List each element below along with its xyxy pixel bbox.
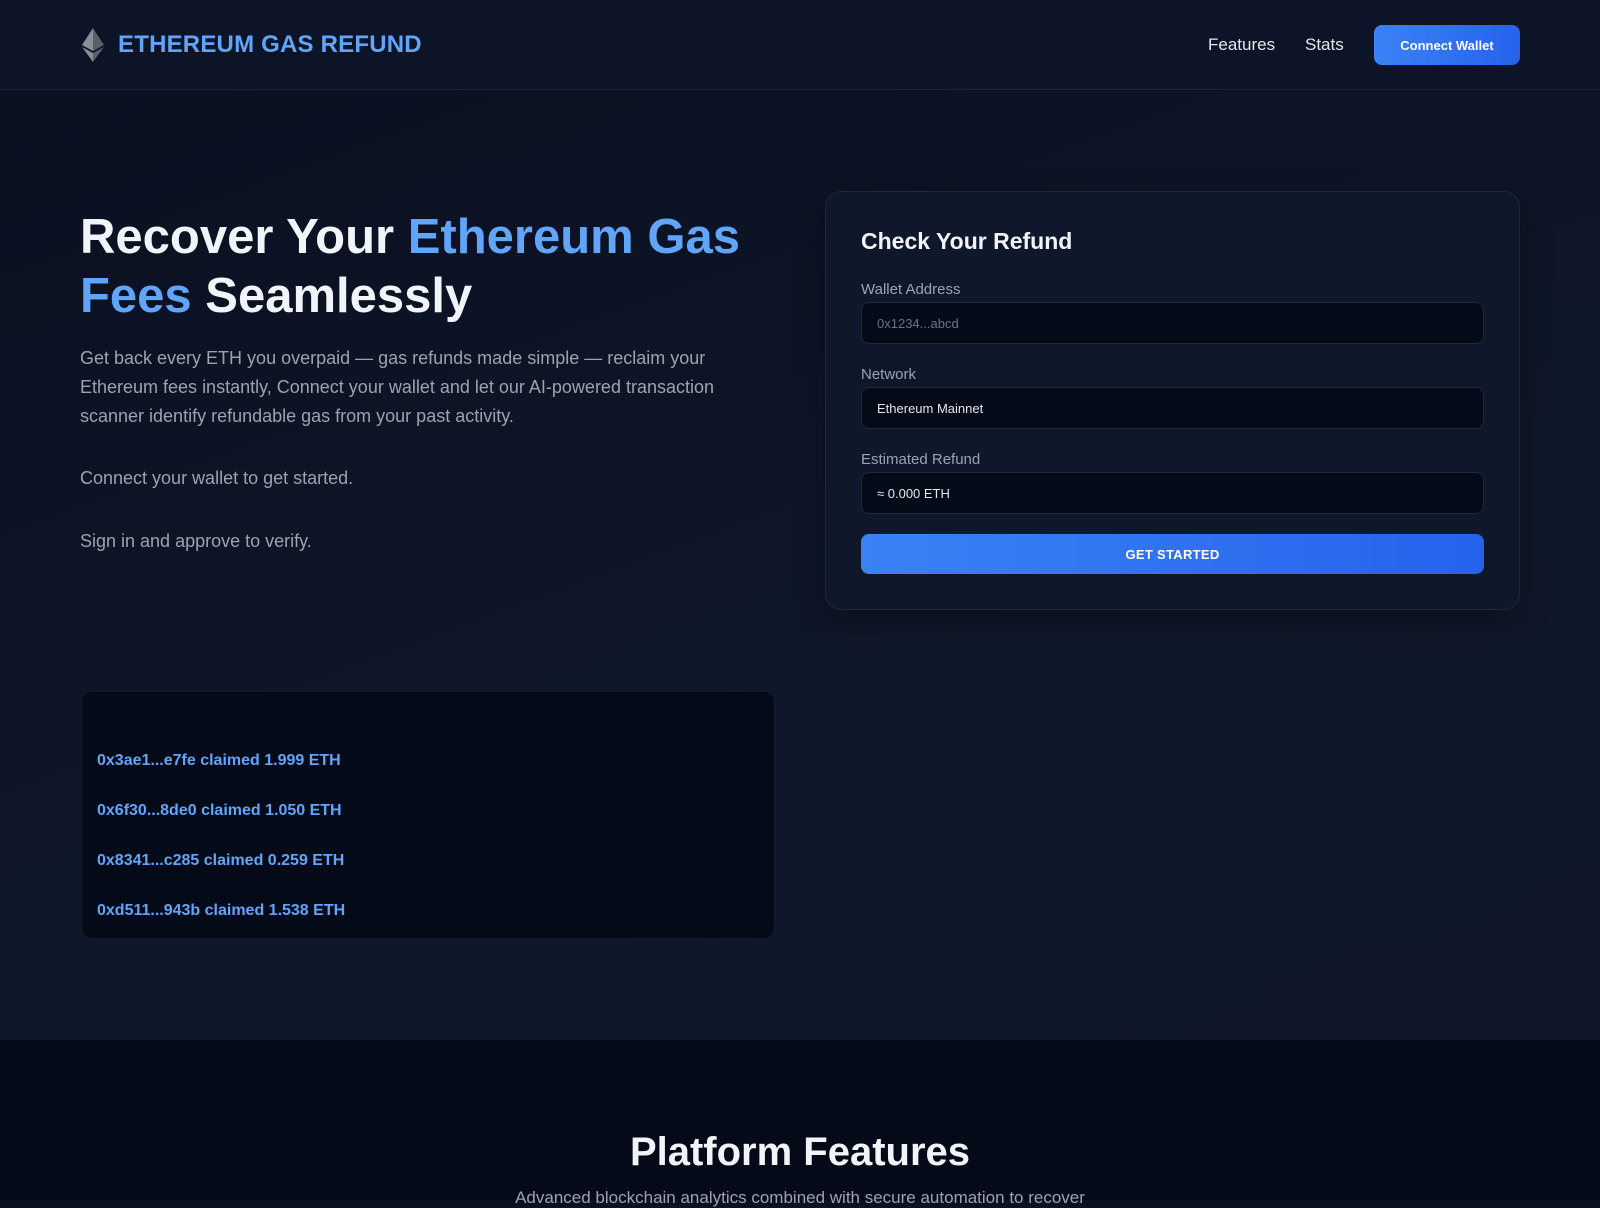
brand[interactable]: ETHEREUM GAS REFUND: [82, 27, 422, 63]
hero-connect-text: Connect your wallet to get started.: [80, 468, 354, 488]
connect-wallet-button[interactable]: Connect Wallet: [1374, 25, 1520, 65]
features-section: Platform Features Advanced blockchain an…: [0, 1040, 1600, 1207]
hero-title-part1: Recover Your: [80, 210, 408, 264]
check-refund-card: Check Your Refund Wallet Address Network…: [825, 191, 1520, 610]
wallet-address-label: Wallet Address: [861, 281, 961, 298]
hero-title-part2: Seamlessly: [191, 269, 473, 323]
get-started-button[interactable]: GET STARTED: [861, 534, 1484, 574]
nav-stats-link[interactable]: Stats: [1305, 35, 1344, 55]
network-label: Network: [861, 366, 917, 383]
ethereum-logo-icon: [82, 28, 104, 62]
wallet-address-input[interactable]: [861, 302, 1484, 344]
hero-signin-text: Sign in and approve to verify.: [80, 531, 312, 551]
network-select-value: Ethereum Mainnet: [877, 400, 984, 416]
network-select[interactable]: Ethereum Mainnet: [861, 387, 1484, 429]
features-title: Platform Features: [629, 1130, 971, 1174]
estimated-refund-label: Estimated Refund: [861, 451, 981, 468]
claim-item: 0xd511...943b claimed 1.538 ETH: [97, 902, 346, 919]
estimated-refund-value: ≈ 0.000 ETH: [877, 485, 950, 501]
estimated-refund-field: ≈ 0.000 ETH: [861, 472, 1484, 514]
card-title: Check Your Refund: [861, 228, 1073, 254]
claim-item: 0x3ae1...e7fe claimed 1.999 ETH: [97, 752, 341, 769]
brand-name: ETHEREUM GAS REFUND: [118, 31, 422, 58]
top-navbar: ETHEREUM GAS REFUND Features Stats Conne…: [0, 0, 1600, 90]
claim-item: 0x6f30...8de0 claimed 1.050 ETH: [97, 802, 342, 819]
recent-claims-feed: 0x3ae1...e7fe claimed 1.999 ETH 0x6f30..…: [81, 691, 775, 939]
claim-item: 0x8341...c285 claimed 0.259 ETH: [97, 852, 345, 869]
hero-description: Get back every ETH you overpaid — gas re…: [80, 348, 715, 426]
hero-title: Recover Your Ethereum Gas Fees Seamlessl…: [80, 208, 780, 326]
nav-features-link[interactable]: Features: [1208, 35, 1275, 55]
features-subtitle: Advanced blockchain analytics combined w…: [515, 1188, 1085, 1207]
